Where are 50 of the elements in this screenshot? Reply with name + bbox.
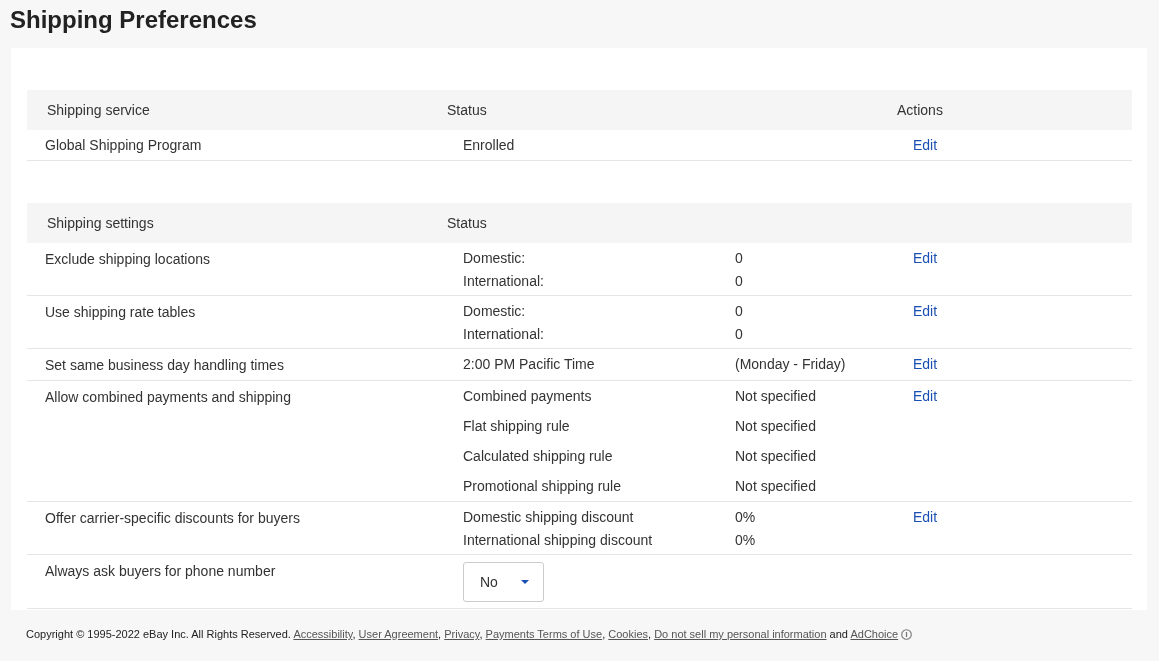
status-label: Calculated shipping rule bbox=[463, 447, 614, 466]
info-icon[interactable] bbox=[901, 628, 913, 640]
status-label: Domestic: bbox=[463, 302, 527, 321]
column-header: Shipping settings bbox=[46, 214, 155, 233]
status-value: 0 bbox=[735, 249, 744, 268]
column-header: Status bbox=[446, 101, 488, 120]
status-value: 0 bbox=[735, 302, 744, 321]
status-value: 0 bbox=[735, 272, 744, 291]
status-value: Not specified bbox=[735, 447, 817, 466]
column-header: Shipping service bbox=[46, 101, 151, 120]
status-value: Not specified bbox=[735, 387, 817, 406]
status-value: 0% bbox=[735, 531, 757, 550]
status-label: Promotional shipping rule bbox=[463, 477, 622, 496]
status-value: 0% bbox=[735, 508, 757, 527]
status-label: International: bbox=[463, 325, 545, 344]
footer-link[interactable]: Payments Terms of Use bbox=[485, 628, 603, 640]
table-cell: Exclude shipping locations bbox=[45, 251, 210, 267]
table-cell: Always ask buyers for phone number bbox=[45, 563, 276, 579]
table-cell: Use shipping rate tables bbox=[45, 304, 196, 320]
status-label: 2:00 PM Pacific Time bbox=[463, 355, 596, 374]
page-title: Shipping Preferences bbox=[9, 5, 258, 35]
edit-link[interactable]: Edit bbox=[913, 388, 938, 404]
table-cell: Offer carrier-specific discounts for buyers bbox=[45, 510, 300, 526]
edit-link[interactable]: Edit bbox=[913, 250, 938, 266]
column-header: Actions bbox=[896, 101, 944, 120]
phone-number-dropdown[interactable]: No bbox=[463, 562, 544, 602]
status-value: (Monday - Friday) bbox=[735, 355, 847, 374]
footer-link[interactable]: Cookies bbox=[608, 628, 648, 640]
status-label: Combined payments bbox=[463, 387, 593, 406]
status-label: Domestic shipping discount bbox=[463, 508, 635, 527]
table-cell: Global Shipping Program bbox=[45, 137, 202, 153]
copyright-notice: Copyright © 1995-2022 eBay Inc. All Rights Reserved. Accessibility, User Agreement, Privacy, Payments Terms of Use, Cookies, Do not sell my personal information and AdChoice bbox=[26, 628, 899, 640]
status-label: Domestic: bbox=[463, 249, 527, 268]
status-label: International: bbox=[463, 272, 545, 291]
status-label: Flat shipping rule bbox=[463, 417, 571, 436]
column-header: Status bbox=[446, 214, 488, 233]
status-value: 0 bbox=[735, 325, 744, 344]
caret-icon bbox=[521, 580, 529, 584]
edit-link[interactable]: Edit bbox=[913, 303, 938, 319]
table-cell: Set same business day handling times bbox=[45, 357, 284, 373]
footer-link[interactable]: Do not sell my personal information bbox=[654, 628, 827, 640]
table-cell: Enrolled bbox=[463, 137, 515, 153]
table-cell: Allow combined payments and shipping bbox=[45, 389, 291, 405]
status-value: Not specified bbox=[735, 417, 817, 436]
edit-link[interactable]: Edit bbox=[913, 509, 938, 525]
edit-link[interactable]: Edit bbox=[913, 356, 938, 372]
status-label: International shipping discount bbox=[463, 531, 654, 550]
footer-link[interactable]: AdChoice bbox=[850, 628, 899, 640]
edit-link[interactable]: Edit bbox=[913, 137, 938, 153]
status-value: Not specified bbox=[735, 477, 817, 496]
